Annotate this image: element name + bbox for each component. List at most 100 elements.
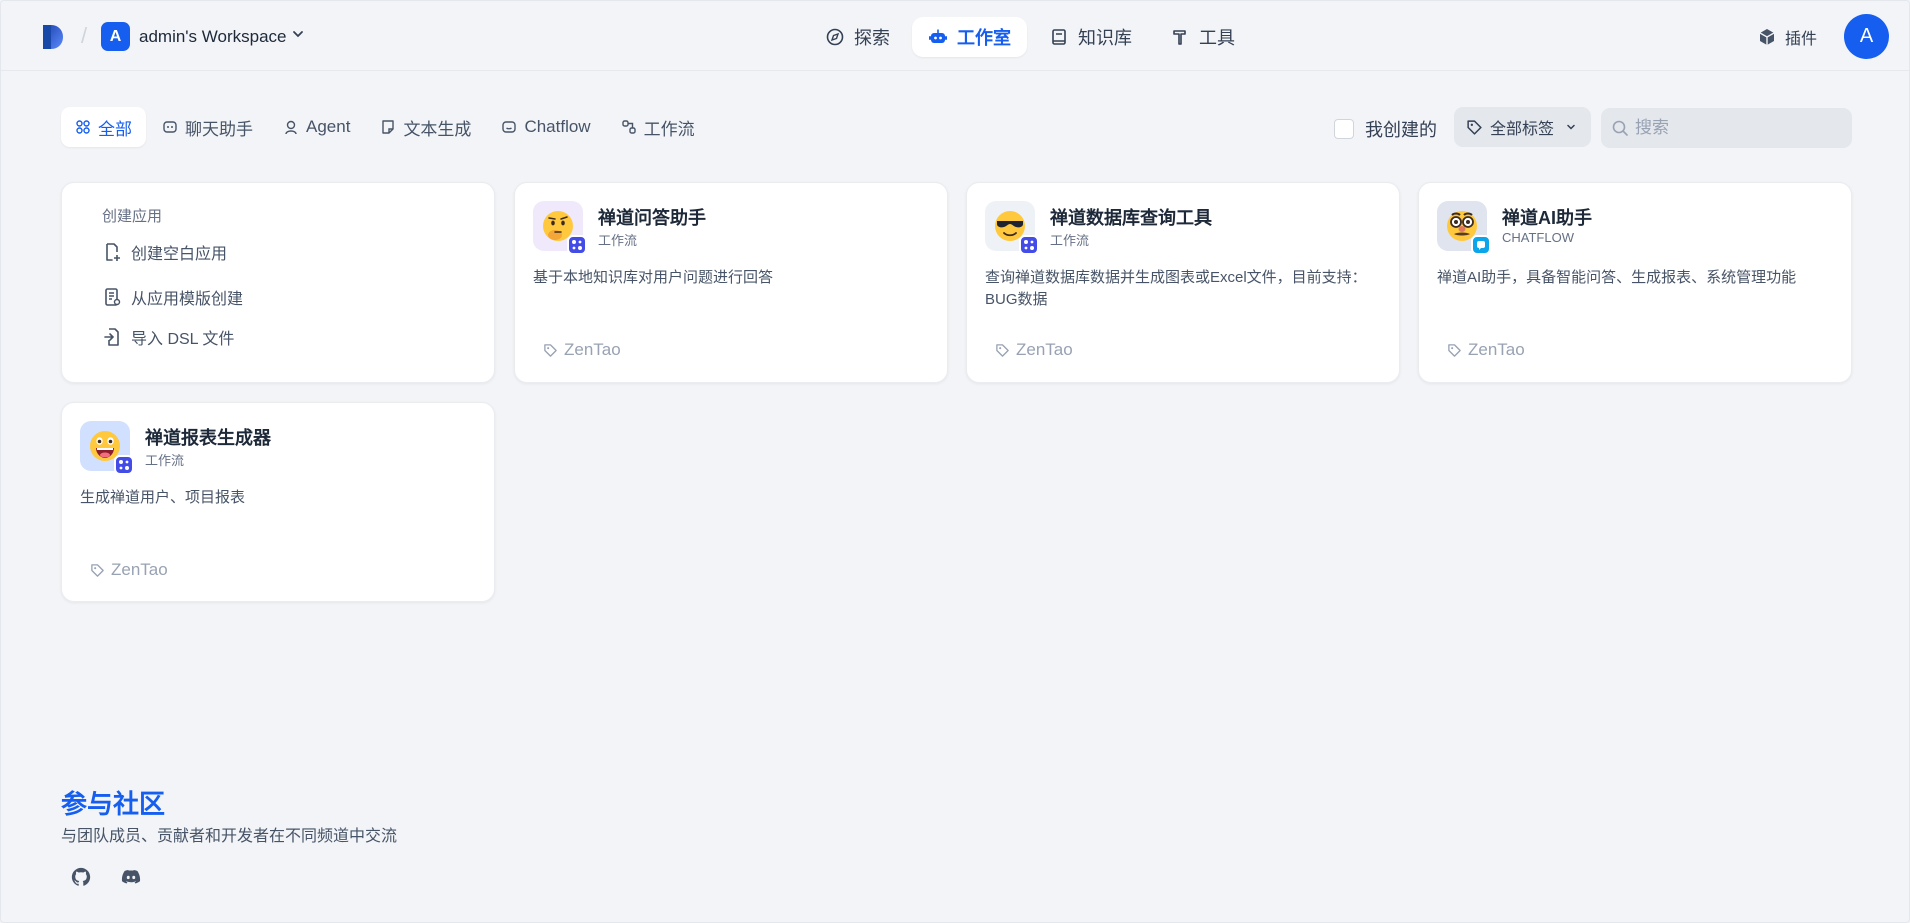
discord-link[interactable] [117,863,145,891]
app-card[interactable]: 禅道数据库查询工具 工作流 查询禅道数据库数据并生成图表或Excel文件，目前支… [966,182,1400,383]
app-icon [533,201,587,255]
create-app-card: 创建应用 创建空白应用 从应用模版创建 导入 DSL 文件 [61,182,495,383]
app-name: 禅道数据库查询工具 [1050,208,1212,228]
community-title: 参与社区 [61,789,166,819]
tab-text-generation-label: 文本生成 [403,119,472,139]
tab-all[interactable]: 全部 [61,107,146,147]
app-name: 禅道AI助手 [1502,208,1592,228]
app-name: 禅道报表生成器 [145,428,271,448]
dify-logo-icon[interactable] [41,23,65,51]
app-icon [80,421,134,475]
app-description: 查询禅道数据库数据并生成图表或Excel文件，目前支持：BUG数据 [985,269,1367,308]
app-description: 基于本地知识库对用户问题进行回答 [533,269,774,286]
create-app-title: 创建应用 [102,208,163,225]
tab-chatflow[interactable]: Chatflow [487,107,604,147]
nav-tools-label: 工具 [1199,28,1235,48]
file-plus-icon [106,243,120,261]
created-by-me-checkbox[interactable] [1334,119,1354,139]
create-blank-app-label: 创建空白应用 [131,246,228,263]
app-window: / A admin's Workspace 探索 工作室 知识库 工具 插件 A… [0,0,1910,923]
github-icon [71,867,91,886]
github-link[interactable] [67,863,95,891]
app-tag-label: ZenTao [1468,340,1525,359]
tag-icon [1448,343,1461,357]
create-from-template-button[interactable]: 从应用模版创建 [102,285,243,309]
tag-icon [544,343,557,357]
tab-chat-assistant[interactable]: 聊天助手 [148,107,267,147]
nav-explore[interactable]: 探索 [809,17,906,57]
app-tag[interactable]: ZenTao [90,560,168,580]
workspace-name[interactable]: admin's Workspace [139,27,287,47]
created-by-me-filter[interactable]: 我创建的 [1334,116,1437,142]
breadcrumb-separator: / [81,23,88,48]
document-icon [382,120,395,134]
nav-studio-label: 工作室 [957,28,1011,48]
app-type-tabs: 全部 聊天助手 Agent 文本生成 Chatflow 工作流 [61,107,709,147]
nav-knowledge[interactable]: 知识库 [1033,17,1148,57]
created-by-me-label: 我创建的 [1365,120,1437,140]
workflow-badge-icon [1019,235,1039,255]
app-tag[interactable]: ZenTao [543,340,621,360]
app-tag[interactable]: ZenTao [1447,340,1525,360]
create-from-template-label: 从应用模版创建 [131,291,244,308]
workflow-icon [621,120,636,134]
book-icon [1052,29,1066,45]
workflow-badge-icon [114,455,134,475]
grid-icon [76,120,90,134]
robot-icon [929,29,947,43]
tab-agent-label: Agent [306,117,351,136]
tag-icon [1467,119,1482,135]
chevron-down-icon [1567,124,1575,130]
workspace-avatar[interactable]: A [101,22,130,51]
workflow-badge-icon [567,235,587,255]
tab-workflow[interactable]: 工作流 [607,107,709,147]
cube-icon [1759,29,1775,45]
app-name: 禅道问答助手 [598,208,706,228]
chevron-down-icon[interactable] [292,28,304,40]
file-import-icon [104,328,119,346]
tab-chatflow-label: Chatflow [524,117,591,136]
search-input[interactable] [1635,118,1835,138]
chatflow-icon [502,121,517,133]
tag-filter-dropdown[interactable]: 全部标签 [1454,107,1591,147]
tab-all-label: 全部 [98,119,132,139]
tag-filter-label: 全部标签 [1490,121,1555,138]
app-type: CHATFLOW [1502,230,1574,245]
app-tag-label: ZenTao [111,560,168,579]
chatflow-badge-icon [1471,235,1491,255]
search-icon [1612,120,1628,136]
top-header: / A admin's Workspace 探索 工作室 知识库 工具 插件 A [1,1,1909,71]
app-card[interactable]: 禅道报表生成器 工作流 生成禅道用户、项目报表 ZenTao [61,402,495,602]
nav-explore-label: 探索 [854,28,890,48]
chat-bot-icon [163,121,177,133]
plugins-button[interactable]: 插件 [1757,25,1817,49]
hammer-icon [1173,30,1186,45]
app-type: 工作流 [1050,233,1090,248]
app-card[interactable]: 禅道问答助手 工作流 基于本地知识库对用户问题进行回答 ZenTao [514,182,948,383]
community-subtitle: 与团队成员、贡献者和开发者在不同频道中交流 [61,828,398,845]
discord-icon [121,869,141,884]
search-box [1601,108,1852,148]
main-nav: 探索 工作室 知识库 工具 [809,17,1251,57]
app-description: 生成禅道用户、项目报表 [80,489,246,506]
app-icon [1437,201,1491,255]
nav-studio[interactable]: 工作室 [912,17,1027,57]
user-avatar[interactable]: A [1844,14,1889,59]
app-card[interactable]: 禅道AI助手 CHATFLOW 禅道AI助手，具备智能问答、生成报表、系统管理功… [1418,182,1852,383]
app-tag-label: ZenTao [564,340,621,359]
nav-tools[interactable]: 工具 [1154,17,1251,57]
app-description: 禅道AI助手，具备智能问答、生成报表、系统管理功能 [1437,269,1797,286]
app-icon [985,201,1039,255]
tab-agent[interactable]: Agent [269,107,364,147]
import-dsl-label: 导入 DSL 文件 [131,331,235,348]
import-dsl-button[interactable]: 导入 DSL 文件 [102,325,234,349]
app-type: 工作流 [598,233,638,248]
app-tag[interactable]: ZenTao [995,340,1073,360]
tab-chat-assistant-label: 聊天助手 [185,119,253,139]
app-tag-label: ZenTao [1016,340,1073,359]
compass-icon [826,28,844,46]
create-blank-app-button[interactable]: 创建空白应用 [102,240,227,264]
nav-knowledge-label: 知识库 [1078,28,1132,48]
tab-text-generation[interactable]: 文本生成 [366,107,485,147]
tag-icon [996,343,1009,357]
